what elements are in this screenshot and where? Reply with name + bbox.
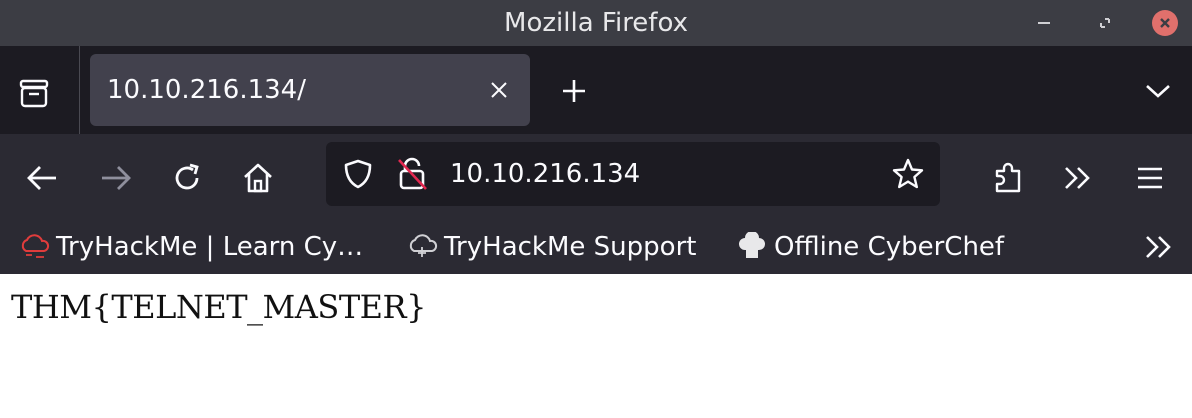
arrow-right-icon bbox=[102, 166, 131, 190]
tracking-protection-button[interactable] bbox=[340, 156, 376, 192]
thm-cloud-icon bbox=[18, 231, 50, 263]
navigation-toolbar: 10.10.216.134 bbox=[0, 134, 1192, 220]
bookmark-item[interactable]: TryHackMe | Learn Cy… bbox=[18, 220, 363, 274]
close-icon bbox=[491, 82, 507, 98]
restore-icon bbox=[1100, 18, 1110, 28]
firefox-view-button[interactable] bbox=[10, 70, 58, 118]
list-all-tabs-button[interactable] bbox=[1138, 72, 1178, 110]
forward-button[interactable] bbox=[96, 158, 136, 198]
double-chevron-right-icon bbox=[1146, 236, 1171, 258]
back-button[interactable] bbox=[22, 158, 62, 198]
reload-icon bbox=[175, 163, 199, 190]
bookmark-label: TryHackMe | Learn Cy… bbox=[56, 232, 364, 262]
tab-strip: 10.10.216.134/ bbox=[0, 46, 1192, 134]
close-icon bbox=[1152, 10, 1178, 36]
double-chevron-right-icon bbox=[1065, 167, 1090, 189]
extensions-button[interactable] bbox=[988, 158, 1028, 198]
page-body-text: THM{TELNET_MASTER} bbox=[11, 288, 426, 326]
arrow-left-icon bbox=[27, 166, 56, 190]
home-icon bbox=[244, 163, 272, 193]
window-title: Mozilla Firefox bbox=[504, 8, 688, 38]
url-bar[interactable]: 10.10.216.134 bbox=[326, 142, 940, 206]
app-menu-button[interactable] bbox=[1130, 158, 1170, 198]
tab-divider bbox=[79, 46, 80, 134]
hamburger-menu-icon bbox=[1138, 167, 1162, 189]
puzzle-piece-icon bbox=[995, 162, 1021, 193]
bookmark-label: TryHackMe Support bbox=[444, 232, 697, 262]
window-titlebar: Mozilla Firefox bbox=[0, 0, 1192, 46]
maximize-button[interactable] bbox=[1090, 0, 1120, 46]
plus-icon bbox=[563, 80, 585, 102]
close-window-button[interactable] bbox=[1150, 0, 1180, 46]
page-content: THM{TELNET_MASTER} bbox=[0, 274, 1192, 418]
tab-title: 10.10.216.134/ bbox=[107, 75, 306, 105]
tab-close-button[interactable] bbox=[486, 77, 512, 103]
chevron-down-icon bbox=[1146, 85, 1170, 98]
bookmarks-toolbar: TryHackMe | Learn Cy… TryHackMe Support … bbox=[0, 220, 1192, 274]
tab-active[interactable]: 10.10.216.134/ bbox=[90, 54, 530, 126]
reload-button[interactable] bbox=[168, 158, 208, 198]
bookmark-item[interactable]: TryHackMe Support bbox=[406, 220, 696, 274]
home-button[interactable] bbox=[238, 158, 278, 198]
shield-icon bbox=[344, 159, 372, 189]
site-security-button[interactable] bbox=[392, 154, 432, 194]
firefox-view-icon bbox=[19, 79, 49, 108]
thm-support-icon bbox=[406, 231, 438, 263]
more-tools-button[interactable] bbox=[1058, 158, 1098, 198]
star-icon bbox=[892, 158, 924, 189]
chef-hat-icon bbox=[736, 231, 768, 263]
bookmark-item[interactable]: Offline CyberChef bbox=[736, 220, 1004, 274]
insecure-lock-icon bbox=[398, 157, 427, 190]
minimize-button[interactable] bbox=[1030, 0, 1060, 46]
new-tab-button[interactable] bbox=[555, 72, 593, 110]
bookmark-label: Offline CyberChef bbox=[774, 232, 1005, 262]
bookmark-star-button[interactable] bbox=[888, 154, 928, 194]
minimize-icon bbox=[1038, 22, 1050, 24]
url-text[interactable]: 10.10.216.134 bbox=[450, 142, 640, 206]
bookmarks-overflow-button[interactable] bbox=[1140, 228, 1178, 266]
